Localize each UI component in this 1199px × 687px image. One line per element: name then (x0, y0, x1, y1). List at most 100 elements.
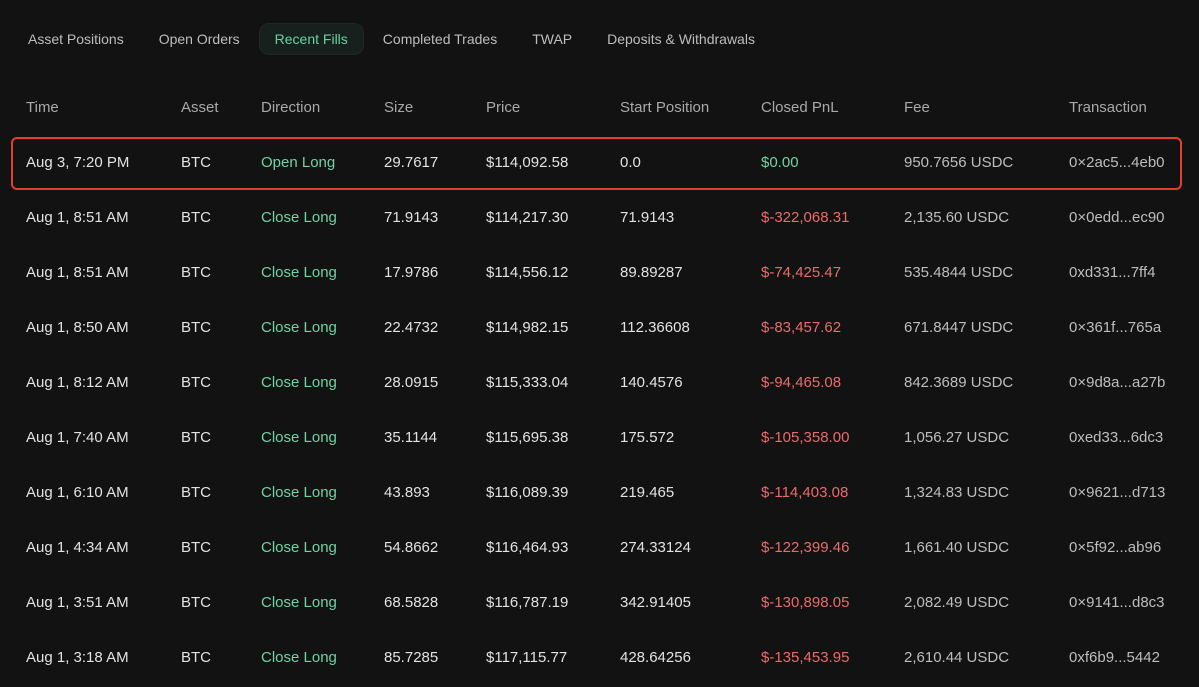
transaction-hash-link[interactable]: 0×361f...765a (1069, 319, 1161, 336)
start-position-cell: 274.33124 (620, 539, 691, 556)
table-row[interactable]: Aug 1, 8:51 AM BTC Close Long 17.9786 $114,5… (0, 246, 1199, 301)
column-header-asset[interactable]: Asset (181, 99, 219, 116)
start-position-cell: 219.465 (620, 484, 675, 501)
asset-cell: BTC (181, 594, 211, 611)
asset-cell: BTC (181, 649, 211, 666)
closed-pnl-cell: $-122,399.46 (761, 539, 850, 556)
price-cell: $114,982.15 (486, 319, 569, 336)
asset-cell: BTC (181, 429, 211, 446)
direction-cell: Close Long (261, 374, 337, 391)
tab-twap[interactable]: TWAP (516, 23, 588, 55)
direction-cell: Close Long (261, 319, 337, 336)
closed-pnl-cell: $-105,358.00 (761, 429, 850, 446)
tab-bar: Asset Positions Open Orders Recent Fills… (12, 22, 774, 55)
start-position-cell: 89.89287 (620, 264, 683, 281)
size-cell: 17.9786 (384, 264, 439, 281)
size-cell: 71.9143 (384, 209, 439, 226)
closed-pnl-cell: $-83,457.62 (761, 319, 842, 336)
tab-asset-positions[interactable]: Asset Positions (12, 23, 140, 55)
price-cell: $115,695.38 (486, 429, 569, 446)
price-cell: $116,089.39 (486, 484, 569, 501)
transaction-hash-link[interactable]: 0×9d8a...a27b (1069, 374, 1165, 391)
closed-pnl-cell: $-74,425.47 (761, 264, 842, 281)
asset-cell: BTC (181, 374, 211, 391)
tab-recent-fills[interactable]: Recent Fills (258, 22, 364, 55)
transaction-hash-link[interactable]: 0×0edd...ec90 (1069, 209, 1165, 226)
size-cell: 22.4732 (384, 319, 439, 336)
size-cell: 28.0915 (384, 374, 439, 391)
time-cell: Aug 1, 8:12 AM (26, 374, 129, 391)
time-cell: Aug 1, 3:51 AM (26, 594, 129, 611)
column-header-fee[interactable]: Fee (904, 99, 930, 116)
start-position-cell: 112.36608 (620, 319, 690, 336)
direction-cell: Close Long (261, 539, 337, 556)
price-cell: $114,217.30 (486, 209, 569, 226)
size-cell: 85.7285 (384, 649, 439, 666)
tab-open-orders[interactable]: Open Orders (143, 23, 256, 55)
column-header-direction[interactable]: Direction (261, 99, 320, 116)
closed-pnl-cell: $-322,068.31 (761, 209, 850, 226)
price-cell: $116,464.93 (486, 539, 569, 556)
column-header-price[interactable]: Price (486, 99, 520, 116)
tab-deposits-withdrawals[interactable]: Deposits & Withdrawals (591, 23, 771, 55)
price-cell: $115,333.04 (486, 374, 569, 391)
transaction-hash-link[interactable]: 0×2ac5...4eb0 (1069, 154, 1165, 171)
transaction-hash-link[interactable]: 0xd331...7ff4 (1069, 264, 1155, 281)
table-row[interactable]: Aug 1, 8:50 AM BTC Close Long 22.4732 $114,9… (0, 301, 1199, 356)
fills-table-body: Aug 3, 7:20 PM BTC Open Long 29.7617 $114,09… (0, 136, 1199, 686)
fee-cell: 2,610.44 USDC (904, 649, 1010, 666)
transaction-hash-link[interactable]: 0xf6b9...5442 (1069, 649, 1160, 666)
table-row[interactable]: Aug 1, 8:51 AM BTC Close Long 71.9143 $114,2… (0, 191, 1199, 246)
asset-cell: BTC (181, 319, 211, 336)
table-row[interactable]: Aug 3, 7:20 PM BTC Open Long 29.7617 $114,09… (0, 136, 1199, 191)
fee-cell: 671.8447 USDC (904, 319, 1014, 336)
table-row[interactable]: Aug 1, 4:34 AM BTC Close Long 54.8662 $116,4… (0, 521, 1199, 576)
time-cell: Aug 1, 6:10 AM (26, 484, 129, 501)
start-position-cell: 0.0 (620, 154, 641, 171)
direction-cell: Close Long (261, 484, 337, 501)
asset-cell: BTC (181, 539, 211, 556)
table-row[interactable]: Aug 1, 3:18 AM BTC Close Long 85.7285 $117,1… (0, 631, 1199, 686)
start-position-cell: 175.572 (620, 429, 675, 446)
size-cell: 35.1144 (384, 429, 438, 446)
fee-cell: 950.7656 USDC (904, 154, 1014, 171)
direction-cell: Close Long (261, 429, 337, 446)
fee-cell: 1,056.27 USDC (904, 429, 1010, 446)
closed-pnl-cell: $-94,465.08 (761, 374, 842, 391)
fee-cell: 1,661.40 USDC (904, 539, 1010, 556)
transaction-hash-link[interactable]: 0×5f92...ab96 (1069, 539, 1161, 556)
table-row[interactable]: Aug 1, 6:10 AM BTC Close Long 43.893 $116,08… (0, 466, 1199, 521)
direction-cell: Close Long (261, 594, 337, 611)
transaction-hash-link[interactable]: 0×9621...d713 (1069, 484, 1165, 501)
table-row[interactable]: Aug 1, 3:51 AM BTC Close Long 68.5828 $116,7… (0, 576, 1199, 631)
table-row[interactable]: Aug 1, 8:12 AM BTC Close Long 28.0915 $115,3… (0, 356, 1199, 411)
fee-cell: 2,135.60 USDC (904, 209, 1010, 226)
column-header-closed-pnl[interactable]: Closed PnL (761, 99, 839, 116)
asset-cell: BTC (181, 484, 211, 501)
size-cell: 68.5828 (384, 594, 439, 611)
price-cell: $116,787.19 (486, 594, 569, 611)
closed-pnl-cell: $-114,403.08 (761, 484, 849, 501)
column-header-time[interactable]: Time (26, 99, 59, 116)
time-cell: Aug 1, 8:51 AM (26, 264, 129, 281)
start-position-cell: 428.64256 (620, 649, 691, 666)
transaction-hash-link[interactable]: 0xed33...6dc3 (1069, 429, 1163, 446)
time-cell: Aug 1, 4:34 AM (26, 539, 129, 556)
transaction-hash-link[interactable]: 0×9141...d8c3 (1069, 594, 1165, 611)
price-cell: $114,556.12 (486, 264, 569, 281)
asset-cell: BTC (181, 264, 211, 281)
time-cell: Aug 1, 8:51 AM (26, 209, 129, 226)
table-header: Time Asset Direction Size Price Start Po… (0, 93, 1199, 123)
tab-completed-trades[interactable]: Completed Trades (367, 23, 513, 55)
column-header-start-position[interactable]: Start Position (620, 99, 709, 116)
column-header-transaction[interactable]: Transaction (1069, 99, 1147, 116)
start-position-cell: 140.4576 (620, 374, 683, 391)
fee-cell: 842.3689 USDC (904, 374, 1014, 391)
recent-fills-page: Asset Positions Open Orders Recent Fills… (0, 0, 1199, 687)
closed-pnl-cell: $0.00 (761, 154, 799, 171)
direction-cell: Close Long (261, 649, 337, 666)
table-row[interactable]: Aug 1, 7:40 AM BTC Close Long 35.1144 $115,6… (0, 411, 1199, 466)
column-header-size[interactable]: Size (384, 99, 413, 116)
size-cell: 43.893 (384, 484, 430, 501)
fee-cell: 1,324.83 USDC (904, 484, 1010, 501)
